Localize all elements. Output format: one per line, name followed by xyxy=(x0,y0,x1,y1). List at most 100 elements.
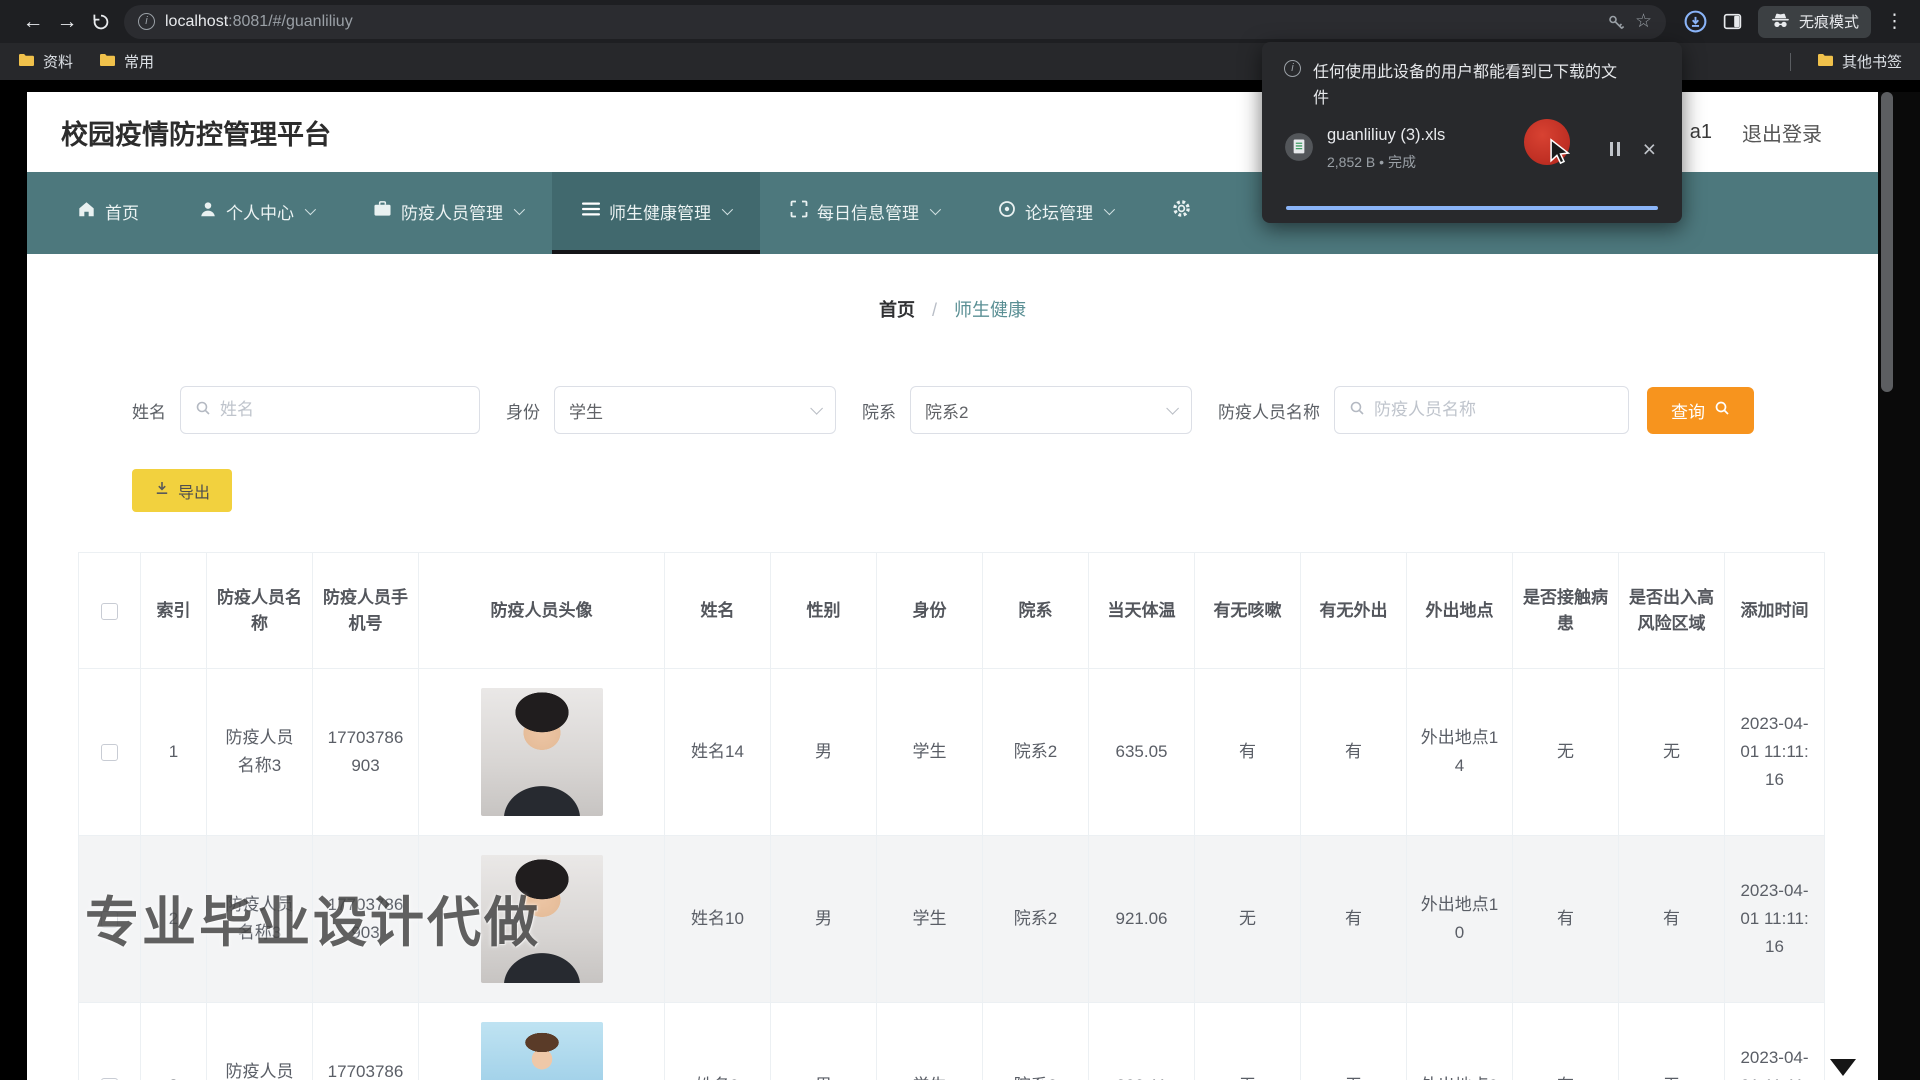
download-icon xyxy=(154,480,170,501)
nav-label: 论坛管理 xyxy=(1025,199,1093,224)
nav-item-staff-management[interactable]: 防疫人员管理 xyxy=(343,172,552,254)
url-host: localhost xyxy=(165,13,228,30)
close-icon[interactable]: × xyxy=(1639,136,1660,163)
cell-department: 院系2 xyxy=(983,836,1089,1003)
department-select[interactable]: 院系2 xyxy=(910,386,1192,434)
cell-name: 姓名9 xyxy=(665,1003,771,1080)
cell-went-out: 无 xyxy=(1301,1003,1407,1080)
name-input[interactable] xyxy=(220,400,465,420)
search-icon xyxy=(1714,400,1730,421)
breadcrumb: 首页 / 师生健康 xyxy=(27,296,1878,322)
cell-gender: 男 xyxy=(771,669,877,836)
reload-icon[interactable] xyxy=(84,5,118,39)
nav-item-daily-info[interactable]: 每日信息管理 xyxy=(760,172,968,254)
scrollbar-track[interactable] xyxy=(1878,92,1920,1080)
col-out-location: 外出地点 xyxy=(1407,553,1513,669)
folder-icon xyxy=(99,53,116,71)
url-text[interactable]: localhost:8081/#/guanliliuy xyxy=(165,13,1597,31)
cell-contact-patient: 有 xyxy=(1513,1003,1619,1080)
cell-index: 1 xyxy=(141,669,207,836)
side-panel-icon[interactable] xyxy=(1722,11,1743,32)
pause-icon[interactable] xyxy=(1604,136,1626,162)
cell-staff-name: 防疫人员名称3 xyxy=(207,1003,313,1080)
staff-avatar xyxy=(481,1022,603,1080)
download-bubble: i 任何使用此设备的用户都能看到已下载的文件 guanliliuy (3).xl… xyxy=(1262,42,1682,223)
nav-item-forum[interactable]: 论坛管理 xyxy=(968,172,1142,254)
site-info-icon[interactable]: i xyxy=(138,13,155,30)
browser-menu-icon[interactable]: ⋮ xyxy=(1885,10,1904,33)
gear-icon xyxy=(1172,199,1191,223)
scrollbar-thumb[interactable] xyxy=(1881,92,1893,392)
logout-link[interactable]: 退出登录 xyxy=(1742,118,1822,147)
cell-department: 院系2 xyxy=(983,1003,1089,1080)
col-went-out: 有无外出 xyxy=(1301,553,1407,669)
cell-identity: 学生 xyxy=(877,1003,983,1080)
cell-staff-name: 防疫人员名称3 xyxy=(207,836,313,1003)
table-row: 3 防疫人员名称3 17703786903 姓名9 男 学生 院系2 899.1… xyxy=(79,1003,1825,1080)
chevron-down-icon xyxy=(1104,204,1115,215)
col-temperature: 当天体温 xyxy=(1089,553,1195,669)
nav-label: 首页 xyxy=(105,199,139,224)
nav-item-personal-center[interactable]: 个人中心 xyxy=(169,172,343,254)
target-icon xyxy=(998,200,1016,223)
table-header-row: 索引 防疫人员名称 防疫人员手机号 防疫人员头像 姓名 性别 身份 院系 当天体… xyxy=(79,553,1825,669)
incognito-icon xyxy=(1770,11,1791,33)
department-select-value: 院系2 xyxy=(925,398,968,423)
forward-icon[interactable]: → xyxy=(50,5,84,39)
breadcrumb-home[interactable]: 首页 xyxy=(879,300,915,320)
col-high-risk: 是否出入高风险区域 xyxy=(1619,553,1725,669)
bookmark-folder-cy[interactable]: 常用 xyxy=(99,51,154,72)
search-icon xyxy=(195,400,211,421)
password-key-icon[interactable] xyxy=(1607,13,1625,31)
nav-item-system[interactable] xyxy=(1142,172,1230,254)
incognito-label: 无痕模式 xyxy=(1799,11,1859,32)
col-gender: 性别 xyxy=(771,553,877,669)
chevron-down-icon xyxy=(514,204,525,215)
back-icon[interactable]: ← xyxy=(16,5,50,39)
bookmark-star-icon[interactable]: ☆ xyxy=(1635,10,1652,33)
col-index: 索引 xyxy=(141,553,207,669)
folder-icon xyxy=(18,53,35,71)
url-path: :8081/#/guanliliuy xyxy=(228,13,353,30)
row-checkbox[interactable] xyxy=(101,911,118,928)
nav-label: 每日信息管理 xyxy=(817,199,919,224)
identity-filter-label: 身份 xyxy=(506,398,540,423)
cell-contact-patient: 有 xyxy=(1513,836,1619,1003)
other-bookmarks[interactable]: 其他书签 xyxy=(1817,51,1902,72)
select-all-checkbox[interactable] xyxy=(101,603,118,620)
bookmark-folder-zl[interactable]: 资料 xyxy=(18,51,73,72)
download-file-row[interactable]: guanliliuy (3).xls 2,852 B • 完成 × xyxy=(1284,126,1660,172)
nav-item-health-management[interactable]: 师生健康管理 xyxy=(552,172,760,254)
staff-input-box xyxy=(1334,386,1629,434)
row-checkbox[interactable] xyxy=(101,744,118,761)
cell-identity: 学生 xyxy=(877,836,983,1003)
search-icon xyxy=(1349,400,1365,421)
cell-staff-name: 防疫人员名称3 xyxy=(207,669,313,836)
col-cough: 有无咳嗽 xyxy=(1195,553,1301,669)
cell-cough: 无 xyxy=(1195,1003,1301,1080)
file-icon xyxy=(1284,132,1314,167)
cell-added-time: 2023-04-01 11:11:16 xyxy=(1725,836,1825,1003)
cell-temperature: 899.11 xyxy=(1089,1003,1195,1080)
staff-input[interactable] xyxy=(1374,400,1614,420)
downloads-icon[interactable] xyxy=(1683,9,1708,34)
col-added-time: 添加时间 xyxy=(1725,553,1825,669)
cell-temperature: 921.06 xyxy=(1089,836,1195,1003)
address-bar[interactable]: i localhost:8081/#/guanliliuy ☆ xyxy=(124,5,1666,39)
web-page: 校园疫情防控管理平台 a1 退出登录 首页 个人中心 防疫人员管理 xyxy=(27,92,1878,1080)
cell-went-out: 有 xyxy=(1301,669,1407,836)
nav-item-home[interactable]: 首页 xyxy=(47,172,169,254)
cell-gender: 男 xyxy=(771,1003,877,1080)
header-checkbox-cell xyxy=(79,553,141,669)
cell-cough: 有 xyxy=(1195,669,1301,836)
cell-contact-patient: 无 xyxy=(1513,669,1619,836)
identity-select[interactable]: 学生 xyxy=(554,386,836,434)
cell-added-time: 2023-04-01 11:11:16 xyxy=(1725,1003,1825,1080)
query-button[interactable]: 查询 xyxy=(1647,387,1754,434)
col-contact-patient: 是否接触病患 xyxy=(1513,553,1619,669)
col-staff-name: 防疫人员名称 xyxy=(207,553,313,669)
export-button[interactable]: 导出 xyxy=(132,469,232,512)
bookmarks-separator xyxy=(1790,53,1791,71)
cell-name: 姓名14 xyxy=(665,669,771,836)
browser-toolbar: ← → i localhost:8081/#/guanliliuy ☆ 无痕模式… xyxy=(0,0,1920,43)
